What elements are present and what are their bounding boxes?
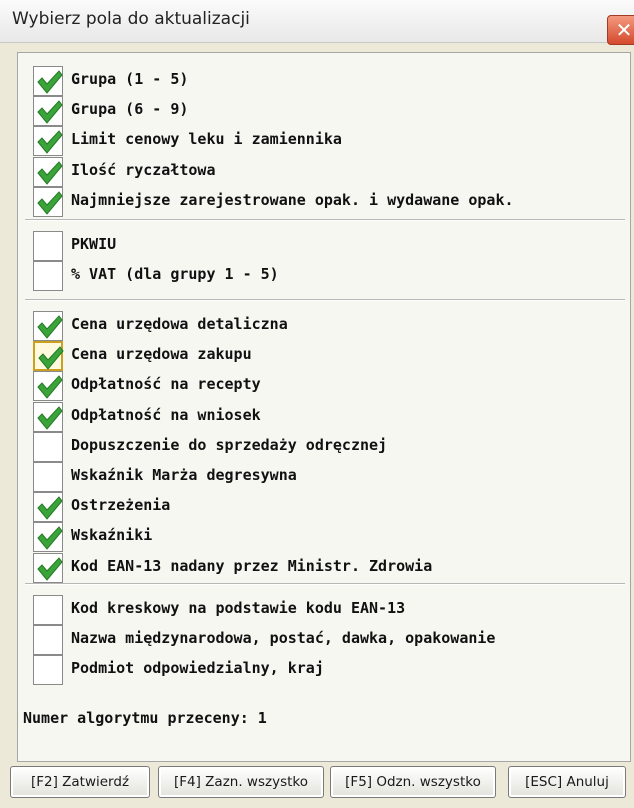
- checkbox-row[interactable]: % VAT (dla grupy 1 - 5): [33, 261, 623, 292]
- checkbox-label: Cena urzędowa detaliczna: [71, 315, 288, 333]
- checkbox-label: Ostrzeżenia: [71, 496, 171, 515]
- checkbox-label: % VAT (dla grupy 1 - 5): [71, 265, 279, 284]
- deselect-all-button[interactable]: [F5] Odzn. wszystko: [330, 766, 496, 798]
- checkbox[interactable]: [33, 126, 63, 157]
- checkbox-label: PKWIU: [71, 235, 117, 253]
- checkbox-label: Cena urzędowa zakupu: [71, 345, 252, 364]
- window-title: Wybierz pola do aktualizacji: [12, 9, 250, 29]
- checkbox[interactable]: [33, 595, 63, 625]
- checkbox[interactable]: [33, 625, 63, 656]
- checkmark-icon: [37, 191, 63, 215]
- checkbox-row[interactable]: Dopuszczenie do sprzedaży odręcznej: [33, 431, 623, 462]
- checkmark-icon: [37, 315, 63, 339]
- checkbox-label: Wskaźnik Marża degresywna: [71, 466, 297, 484]
- checkbox-row[interactable]: Kod EAN-13 nadany przez Ministr. Zdrowia: [33, 552, 623, 583]
- checkbox-label: Podmiot odpowiedzialny, kraj: [71, 659, 324, 678]
- algorithm-number-label: Numer algorytmu przeceny: 1: [23, 709, 267, 727]
- checkbox-label: Odpłatność na recepty: [71, 375, 261, 394]
- checkbox-row[interactable]: Cena urzędowa zakupu: [33, 341, 623, 372]
- dialog-window: Wybierz pola do aktualizacji ✕ Numer alg…: [0, 0, 634, 808]
- checkbox-row[interactable]: Podmiot odpowiedzialny, kraj: [33, 655, 623, 686]
- checkbox[interactable]: [33, 522, 63, 553]
- close-icon: ✕: [615, 18, 633, 42]
- checkmark-icon: [37, 70, 63, 94]
- checkbox-row[interactable]: Limit cenowy leku i zamiennika: [33, 126, 623, 157]
- checkbox-row[interactable]: Wskaźniki: [33, 522, 623, 553]
- checkbox[interactable]: [33, 552, 63, 583]
- checkbox-label: Grupa (6 - 9): [71, 100, 189, 119]
- fields-panel: Numer algorytmu przeceny: 1 Grupa (1 - 5…: [17, 52, 631, 762]
- checkbox[interactable]: [33, 431, 63, 462]
- checkbox-row[interactable]: PKWIU: [33, 231, 623, 261]
- checkbox-row[interactable]: Grupa (6 - 9): [33, 96, 623, 127]
- checkbox-label: Odpłatność na wniosek: [71, 405, 261, 424]
- select-all-button[interactable]: [F4] Zazn. wszystko: [158, 766, 324, 798]
- cancel-button[interactable]: [ESC] Anuluj: [508, 766, 626, 798]
- confirm-button[interactable]: [F2] Zatwierdź: [10, 766, 150, 798]
- checkmark-icon: [37, 405, 63, 430]
- checkmark-icon: [37, 160, 63, 185]
- checkbox-label: Limit cenowy leku i zamiennika: [71, 130, 342, 149]
- checkbox[interactable]: [33, 462, 63, 492]
- checkmark-icon: [38, 346, 64, 370]
- checkbox[interactable]: [33, 261, 63, 292]
- checkbox-row[interactable]: Ostrzeżenia: [33, 492, 623, 523]
- checkbox[interactable]: [33, 231, 63, 261]
- title-bar[interactable]: Wybierz pola do aktualizacji ✕: [0, 0, 634, 45]
- checkbox[interactable]: [33, 655, 63, 686]
- checkbox-row[interactable]: Cena urzędowa detaliczna: [33, 311, 623, 341]
- checkbox-row[interactable]: Ilość ryczałtowa: [33, 156, 623, 187]
- group-separator: [25, 299, 625, 301]
- checkbox-label: Grupa (1 - 5): [71, 70, 189, 88]
- checkmark-icon: [37, 100, 63, 124]
- checkbox[interactable]: [33, 371, 63, 402]
- checkbox-label: Kod kreskowy na podstawie kodu EAN-13: [71, 599, 406, 617]
- checkmark-icon: [37, 375, 63, 400]
- checkbox[interactable]: [33, 186, 63, 217]
- checkbox-row[interactable]: Kod kreskowy na podstawie kodu EAN-13: [33, 595, 623, 625]
- checkbox-label: Wskaźniki: [71, 526, 153, 545]
- checkbox[interactable]: [33, 341, 64, 372]
- checkbox[interactable]: [33, 96, 63, 127]
- close-button[interactable]: ✕: [607, 15, 634, 45]
- checkbox-label: Dopuszczenie do sprzedaży odręcznej: [71, 435, 388, 454]
- checkmark-icon: [37, 130, 63, 155]
- checkbox-row[interactable]: Najmniejsze zarejestrowane opak. i wydaw…: [33, 186, 623, 217]
- checkbox[interactable]: [33, 311, 63, 341]
- checkmark-icon: [37, 556, 63, 581]
- checkbox-row[interactable]: Odpłatność na recepty: [33, 371, 623, 402]
- checkbox-label: Nazwa międzynarodowa, postać, dawka, opa…: [71, 629, 496, 648]
- checkmark-icon: [37, 526, 63, 551]
- checkbox-row[interactable]: Nazwa międzynarodowa, postać, dawka, opa…: [33, 625, 623, 656]
- checkbox-row[interactable]: Grupa (1 - 5): [33, 66, 623, 96]
- checkbox[interactable]: [33, 401, 63, 432]
- checkbox-label: Najmniejsze zarejestrowane opak. i wydaw…: [71, 190, 514, 209]
- group-separator: [25, 219, 625, 221]
- checkbox[interactable]: [33, 66, 63, 96]
- checkbox-row[interactable]: Odpłatność na wniosek: [33, 401, 623, 432]
- checkbox[interactable]: [33, 156, 63, 187]
- group-separator: [25, 583, 625, 585]
- checkbox-row[interactable]: Wskaźnik Marża degresywna: [33, 462, 623, 492]
- checkbox-label: Kod EAN-13 nadany przez Ministr. Zdrowia: [71, 556, 433, 575]
- checkbox-label: Ilość ryczałtowa: [71, 160, 216, 179]
- checkbox[interactable]: [33, 492, 63, 523]
- checkmark-icon: [37, 496, 63, 520]
